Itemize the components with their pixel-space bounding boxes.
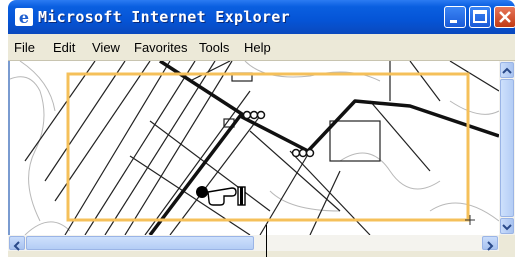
minimize-button[interactable] bbox=[444, 6, 466, 28]
chevron-down-icon bbox=[502, 224, 512, 231]
vertical-scrollbar[interactable] bbox=[499, 61, 515, 235]
callout-line bbox=[266, 225, 267, 257]
close-button[interactable] bbox=[494, 6, 515, 28]
svg-text:e: e bbox=[19, 8, 29, 26]
maximize-button[interactable] bbox=[469, 6, 491, 28]
menu-bar: File Edit View Favorites Tools Help bbox=[8, 34, 515, 88]
title-bar[interactable]: e Microsoft Internet Explorer bbox=[8, 0, 515, 34]
scroll-up-button[interactable] bbox=[500, 62, 514, 78]
horizontal-scroll-thumb[interactable] bbox=[26, 236, 254, 250]
menu-help[interactable]: Help bbox=[244, 40, 271, 55]
close-icon bbox=[499, 11, 511, 23]
menu-view[interactable]: View bbox=[92, 40, 120, 55]
scroll-right-button[interactable] bbox=[482, 236, 498, 251]
menu-tools[interactable]: Tools bbox=[199, 40, 229, 55]
scroll-down-button[interactable] bbox=[500, 218, 514, 234]
ie-icon: e bbox=[15, 8, 33, 26]
window-title: Microsoft Internet Explorer bbox=[38, 8, 290, 26]
scroll-left-button[interactable] bbox=[9, 236, 25, 251]
pointing-hand-cursor-icon bbox=[196, 186, 246, 206]
maximize-icon bbox=[473, 10, 487, 23]
chevron-up-icon bbox=[502, 67, 512, 74]
scrollbar-corner bbox=[499, 235, 515, 251]
minimize-icon bbox=[450, 20, 457, 23]
street-map[interactable] bbox=[10, 61, 499, 235]
menu-favorites[interactable]: Favorites bbox=[134, 40, 187, 55]
browser-window: e Microsoft Internet Explorer File Edit … bbox=[8, 0, 515, 257]
map-view[interactable] bbox=[8, 61, 499, 235]
vertical-scroll-thumb[interactable] bbox=[500, 79, 514, 217]
menu-edit[interactable]: Edit bbox=[53, 40, 75, 55]
status-bar bbox=[8, 251, 515, 257]
menu-file[interactable]: File bbox=[14, 40, 35, 55]
horizontal-scrollbar[interactable] bbox=[8, 235, 499, 251]
